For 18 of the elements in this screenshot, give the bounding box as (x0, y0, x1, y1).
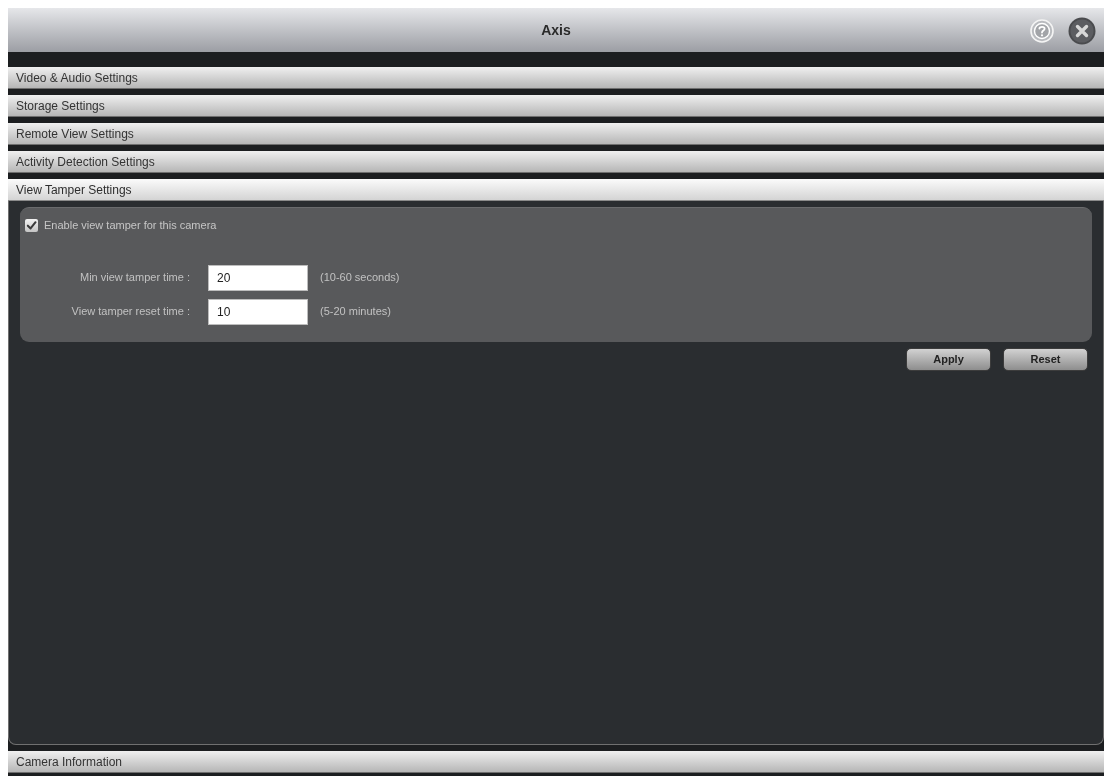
window-title: Axis (541, 20, 571, 40)
checkbox[interactable] (25, 218, 38, 232)
action-button[interactable]: Reset (1003, 348, 1088, 371)
section-header[interactable]: Storage Settings (8, 95, 1104, 117)
field-label: Min view tamper time : (78, 270, 190, 286)
field-label: View tamper reset time : (70, 304, 190, 320)
action-button[interactable]: Apply (906, 348, 991, 371)
section-header[interactable]: Activity Detection Settings (8, 151, 1104, 173)
checkbox-label: Enable view tamper for this camera (44, 218, 217, 233)
section-header[interactable]: Camera Information (8, 751, 1104, 773)
range-hint: (5-20 minutes) (320, 304, 391, 320)
input-field[interactable]: 20 (208, 264, 308, 291)
section-header[interactable]: View Tamper Settings (8, 179, 1104, 201)
section-header[interactable]: Video & Audio Settings (8, 67, 1104, 89)
input-field[interactable]: 10 (208, 298, 308, 325)
section-header[interactable]: Remote View Settings (8, 123, 1104, 145)
range-hint: (10-60 seconds) (320, 270, 400, 286)
close-icon[interactable] (1068, 17, 1096, 45)
